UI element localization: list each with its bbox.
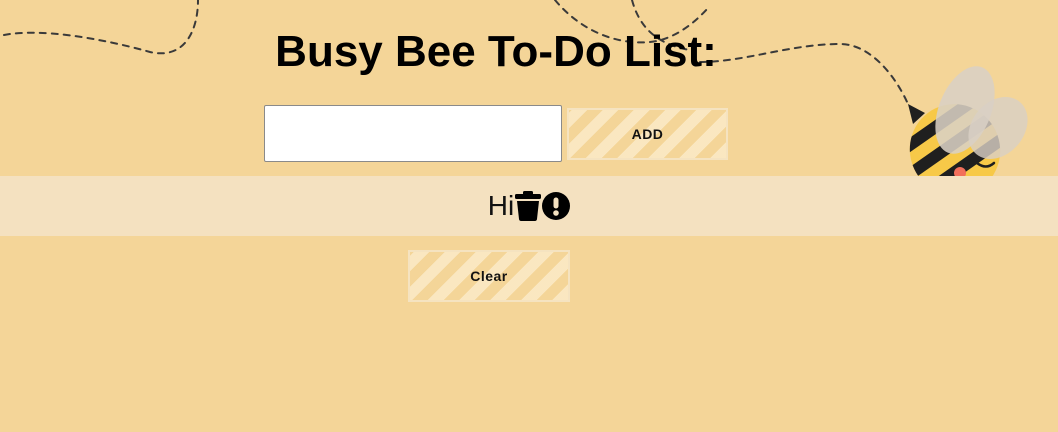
task-row: Hi [0, 176, 1058, 236]
task-text: Hi [487, 190, 515, 221]
task-input[interactable] [264, 105, 562, 162]
exclamation-circle-icon[interactable] [542, 191, 571, 221]
add-button[interactable]: ADD [567, 108, 728, 160]
clear-button[interactable]: Clear [408, 250, 570, 302]
trash-icon[interactable] [514, 191, 542, 221]
page-title: Busy Bee To-Do List: [275, 27, 717, 76]
